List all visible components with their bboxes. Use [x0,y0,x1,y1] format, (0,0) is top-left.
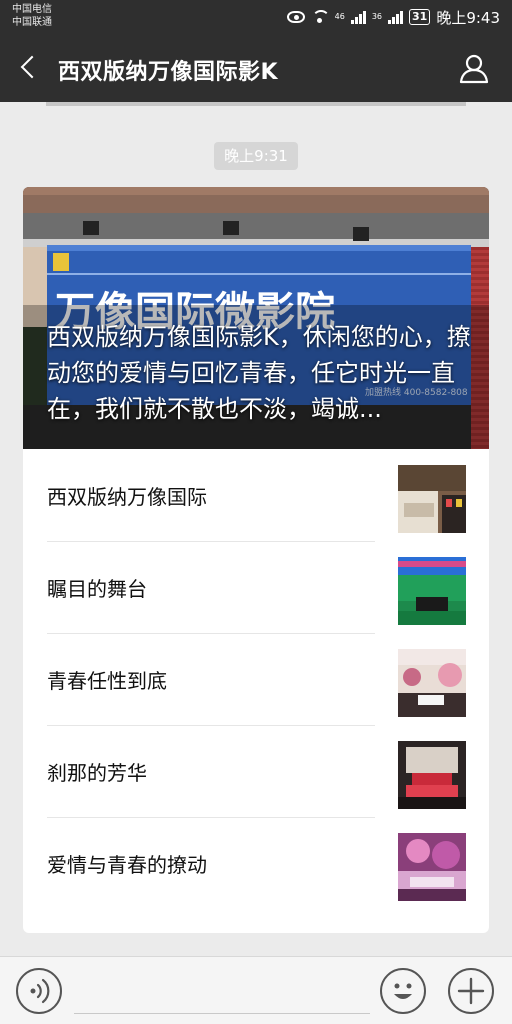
article-thumbnail [398,741,466,809]
message-input[interactable] [74,1013,370,1014]
more-options-button[interactable] [448,968,494,1014]
article-item-2[interactable]: 瞩目的舞台 [23,541,489,633]
nav-bar: 西双版纳万像国际影K [0,34,512,102]
article-thumbnail [398,557,466,625]
network-label-1: 46 [334,12,345,21]
status-bar: 中国电信 中国联通 46 36 31 晚上9:43 [0,0,512,34]
message-timestamp: 晚上9:31 [214,142,298,170]
article-item-title: 青春任性到底 [47,669,167,693]
emoji-button[interactable] [380,968,426,1014]
chevron-left-icon[interactable] [16,52,46,82]
article-item-title: 刹那的芳华 [47,761,147,785]
signal-bars-icon [350,10,366,24]
carrier-info: 中国电信 中国联通 [12,3,52,29]
article-card[interactable]: 万像国际微影院 加盟热线 400-8582-808 西双版纳万像国际影K，休闲您… [23,187,489,933]
battery-level: 31 [409,9,431,25]
article-item-3[interactable]: 青春任性到底 [23,633,489,725]
plus-icon [457,977,485,1005]
voice-icon [30,978,50,1004]
chat-input-bar [0,956,512,1024]
article-thumbnail [398,465,466,533]
eye-icon [286,11,305,23]
carrier-2: 中国联通 [12,17,52,28]
clock: 晚上9:43 [436,8,500,27]
wifi-icon [311,10,330,24]
status-icons: 46 36 31 晚上9:43 [286,6,500,28]
voice-input-button[interactable] [16,968,62,1014]
person-icon[interactable] [458,52,490,84]
article-cover[interactable]: 万像国际微影院 加盟热线 400-8582-808 西双版纳万像国际影K，休闲您… [23,187,489,449]
article-item-5[interactable]: 爱情与青春的撩动 [23,817,489,909]
previous-message-edge [46,102,466,106]
network-label-2: 36 [371,12,382,21]
article-thumbnail [398,649,466,717]
article-item-title: 瞩目的舞台 [47,577,147,601]
article-thumbnail [398,833,466,901]
article-summary: 西双版纳万像国际影K，休闲您的心，撩动您的爱情与回忆青春，任它时光一直在，我们就… [47,323,471,423]
article-item-title: 西双版纳万像国际 [47,485,207,509]
article-item-4[interactable]: 刹那的芳华 [23,725,489,817]
signal-bars-icon-2 [388,10,403,24]
chat-title: 西双版纳万像国际影K [58,60,279,85]
article-item-1[interactable]: 西双版纳万像国际 [23,449,489,541]
article-item-title: 爱情与青春的撩动 [47,853,207,877]
smile-icon [394,983,412,999]
carrier-1: 中国电信 [12,4,52,15]
